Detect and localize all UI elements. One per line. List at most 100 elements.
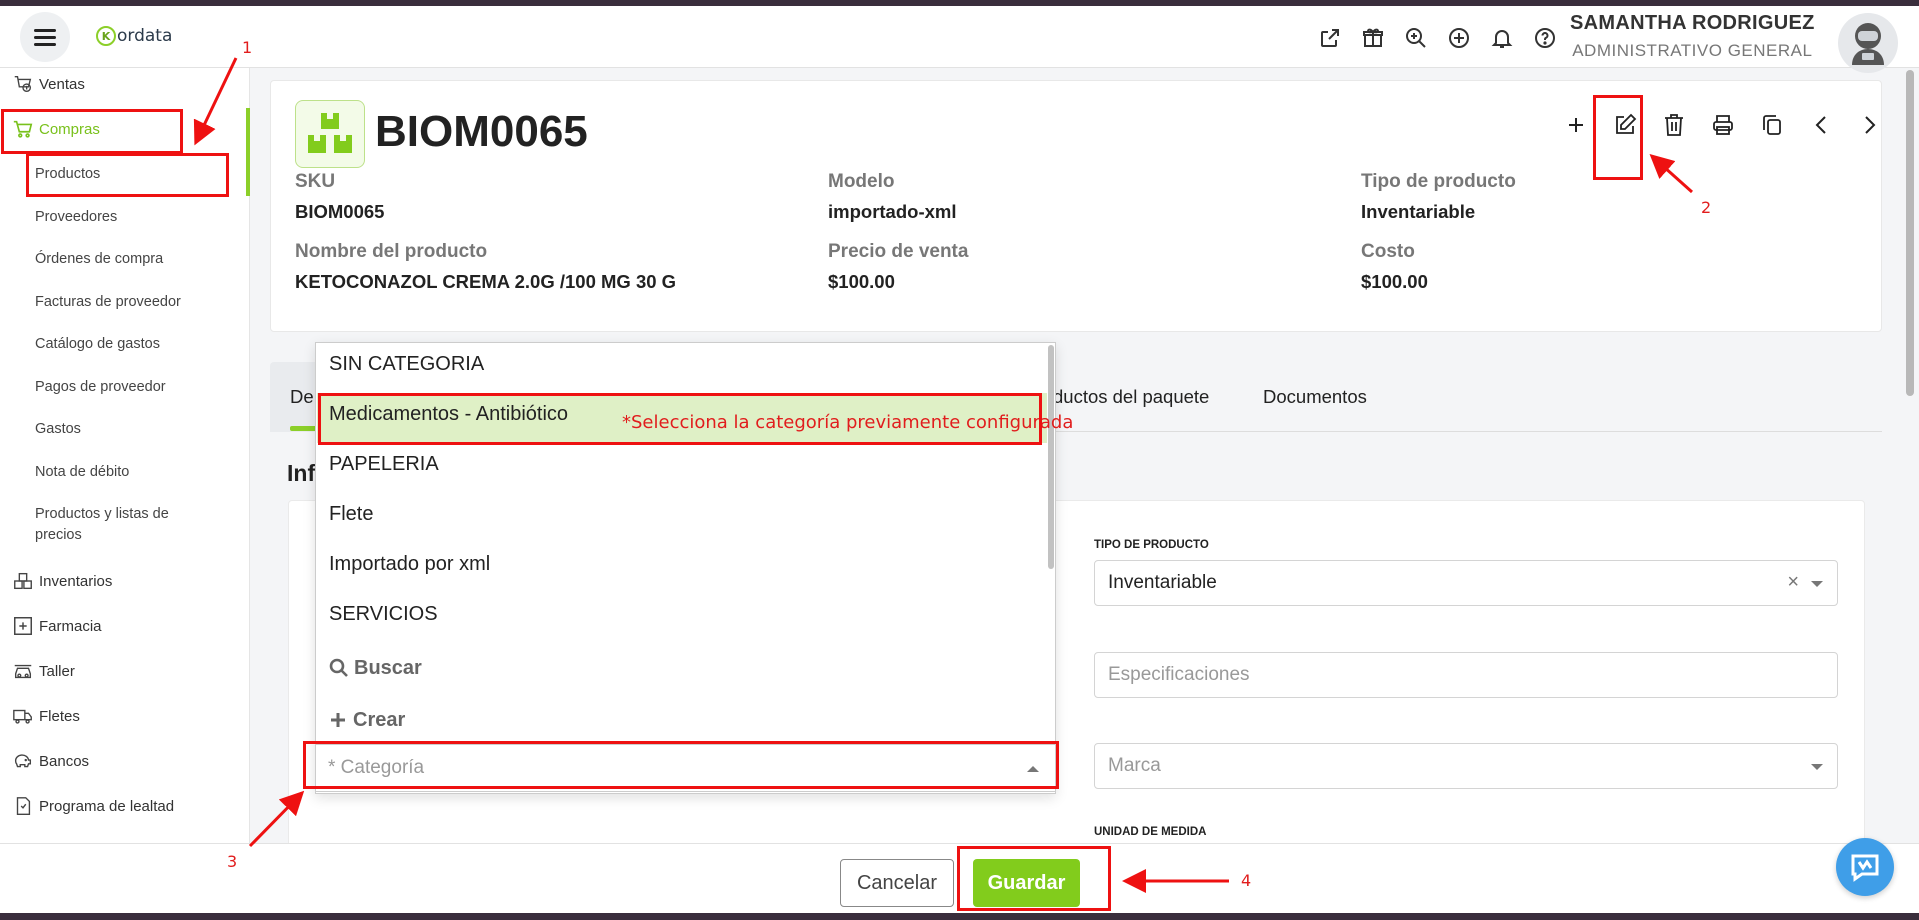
page-scrollbar[interactable] [1906,70,1914,396]
plus-circle-icon[interactable] [1445,24,1473,52]
annotation-box-compras [1,109,183,154]
avatar[interactable] [1838,13,1898,73]
add-button[interactable] [1562,111,1590,139]
sidebar-sub-label-line2: precios [35,527,82,543]
printer-icon [1713,115,1733,135]
sidebar-item-inventarios[interactable]: Inventarios [10,568,112,594]
clear-icon[interactable]: × [1787,571,1799,594]
chat-button[interactable] [1836,838,1894,896]
especificaciones-input[interactable]: Especificaciones [1094,652,1838,698]
sidebar-sub-gastos[interactable]: Gastos [35,421,81,437]
sidebar-sub-listas-precios[interactable]: Productos y listas de precios [35,506,169,543]
sidebar-sub-pagos[interactable]: Pagos de proveedor [35,379,166,395]
sidebar-item-label: Bancos [39,752,90,770]
tab-productos-paquete[interactable]: ductos del paquete [1053,386,1209,408]
tab-detalles[interactable]: De [290,386,314,408]
tab-documentos[interactable]: Documentos [1263,386,1367,408]
help-icon[interactable] [1531,24,1559,52]
annotation-box-productos [26,153,229,197]
dropdown-search-label: Buscar [354,656,422,679]
trash-icon [1665,114,1683,136]
user-info[interactable]: SAMANTHA RODRIGUEZ ADMINISTRATIVO GENERA… [1570,12,1815,61]
sidebar-item-label: Fletes [39,707,80,725]
tipo-producto-selected: Inventariable [1108,572,1217,593]
sidebar-item-ventas[interactable]: Ventas [10,71,85,97]
sidebar-item-taller[interactable]: Taller [10,658,75,684]
modelo-value: importado-xml [828,201,957,222]
duplicate-button[interactable] [1758,111,1786,139]
sidebar-sub-catalogo[interactable]: Catálogo de gastos [35,336,160,352]
dropdown-scrollbar[interactable] [1048,345,1054,569]
next-button[interactable] [1856,111,1884,139]
annotation-number-4: 4 [1241,871,1252,890]
sidebar-item-label: Inventarios [39,572,113,590]
dropdown-option[interactable]: SERVICIOS [317,593,1047,643]
truck-icon [10,704,36,728]
dropdown-option[interactable]: Importado por xml [317,543,1047,593]
bell-icon[interactable] [1488,24,1516,52]
dropdown-option[interactable]: PAPELERIA [317,443,1047,493]
annotation-number-1: 1 [242,38,253,57]
precio-venta-label: Precio de venta [828,241,969,262]
cancel-button[interactable]: Cancelar [840,859,954,907]
tipo-producto-field-label: TIPO DE PRODUCTO [1094,539,1209,551]
copy-icon [1763,115,1781,135]
sidebar-sub-proveedores[interactable]: Proveedores [35,209,117,225]
sidebar-active-indicator [246,108,250,196]
chevron-down-icon [1811,581,1823,587]
top-actions [1316,24,1559,52]
sidebar-item-lealtad[interactable]: Programa de lealtad [10,793,174,819]
window-bottom-strip [0,913,1919,920]
delete-button[interactable] [1660,111,1688,139]
marca-placeholder: Marca [1108,755,1161,776]
precio-venta-value: $100.00 [828,271,895,292]
top-bar: K ordata SAMANTHA RODRIGUEZ ADMINISTRATI… [0,6,1919,73]
sidebar-item-farmacia[interactable]: Farmacia [10,613,102,639]
costo-value: $100.00 [1361,271,1428,292]
section-title: Inf [287,460,316,486]
menu-button[interactable] [20,12,70,62]
search-icon [329,658,348,677]
tipo-producto-select[interactable]: Inventariable × [1094,560,1838,606]
product-boxes-icon [295,100,365,168]
chevron-right-icon [1865,116,1876,134]
sales-icon [10,72,36,96]
sidebar-sub-label-line1: Productos y listas de [35,506,169,522]
plus-icon [331,713,345,727]
nombre-producto-label: Nombre del producto [295,241,488,262]
logo-mark: K [96,26,116,46]
sidebar-item-label: Taller [39,662,75,680]
car-icon [10,659,36,683]
boxes-icon [10,569,36,593]
tipo-producto-value: Inventariable [1361,201,1476,222]
previous-button[interactable] [1807,111,1835,139]
user-name: SAMANTHA RODRIGUEZ [1570,12,1815,34]
product-title: BIOM0065 [375,107,588,156]
search-zoom-icon[interactable] [1402,24,1430,52]
sidebar-sub-facturas[interactable]: Facturas de proveedor [35,294,181,310]
print-button[interactable] [1709,111,1737,139]
external-link-icon[interactable] [1316,24,1344,52]
chevron-down-icon [1811,764,1823,770]
sidebar-item-fletes[interactable]: Fletes [10,703,80,729]
dropdown-create-option[interactable]: Crear [317,695,1047,745]
dropdown-search-option[interactable]: Buscar [317,643,1047,693]
gift-icon[interactable] [1359,24,1387,52]
plus-icon [1569,118,1583,132]
sidebar-sub-ordenes[interactable]: Órdenes de compra [35,251,163,267]
logo-text: ordata [117,26,173,46]
app-logo[interactable]: K ordata [96,26,172,46]
pharmacy-icon [10,614,36,638]
sku-value: BIOM0065 [295,201,385,222]
sidebar-item-bancos[interactable]: Bancos [10,748,89,774]
dropdown-option[interactable]: SIN CATEGORIA [317,343,1047,393]
sidebar-sub-nota-debito[interactable]: Nota de débito [35,464,129,480]
chat-icon [1851,854,1879,882]
dropdown-option[interactable]: Flete [317,493,1047,543]
unidad-medida-label: UNIDAD DE MEDIDA [1094,826,1207,838]
sidebar-item-label: Farmacia [39,617,102,635]
chevron-left-icon [1815,116,1826,134]
marca-select[interactable]: Marca [1094,743,1838,789]
annotation-number-3: 3 [227,852,238,871]
annotation-box-guardar [957,846,1111,911]
